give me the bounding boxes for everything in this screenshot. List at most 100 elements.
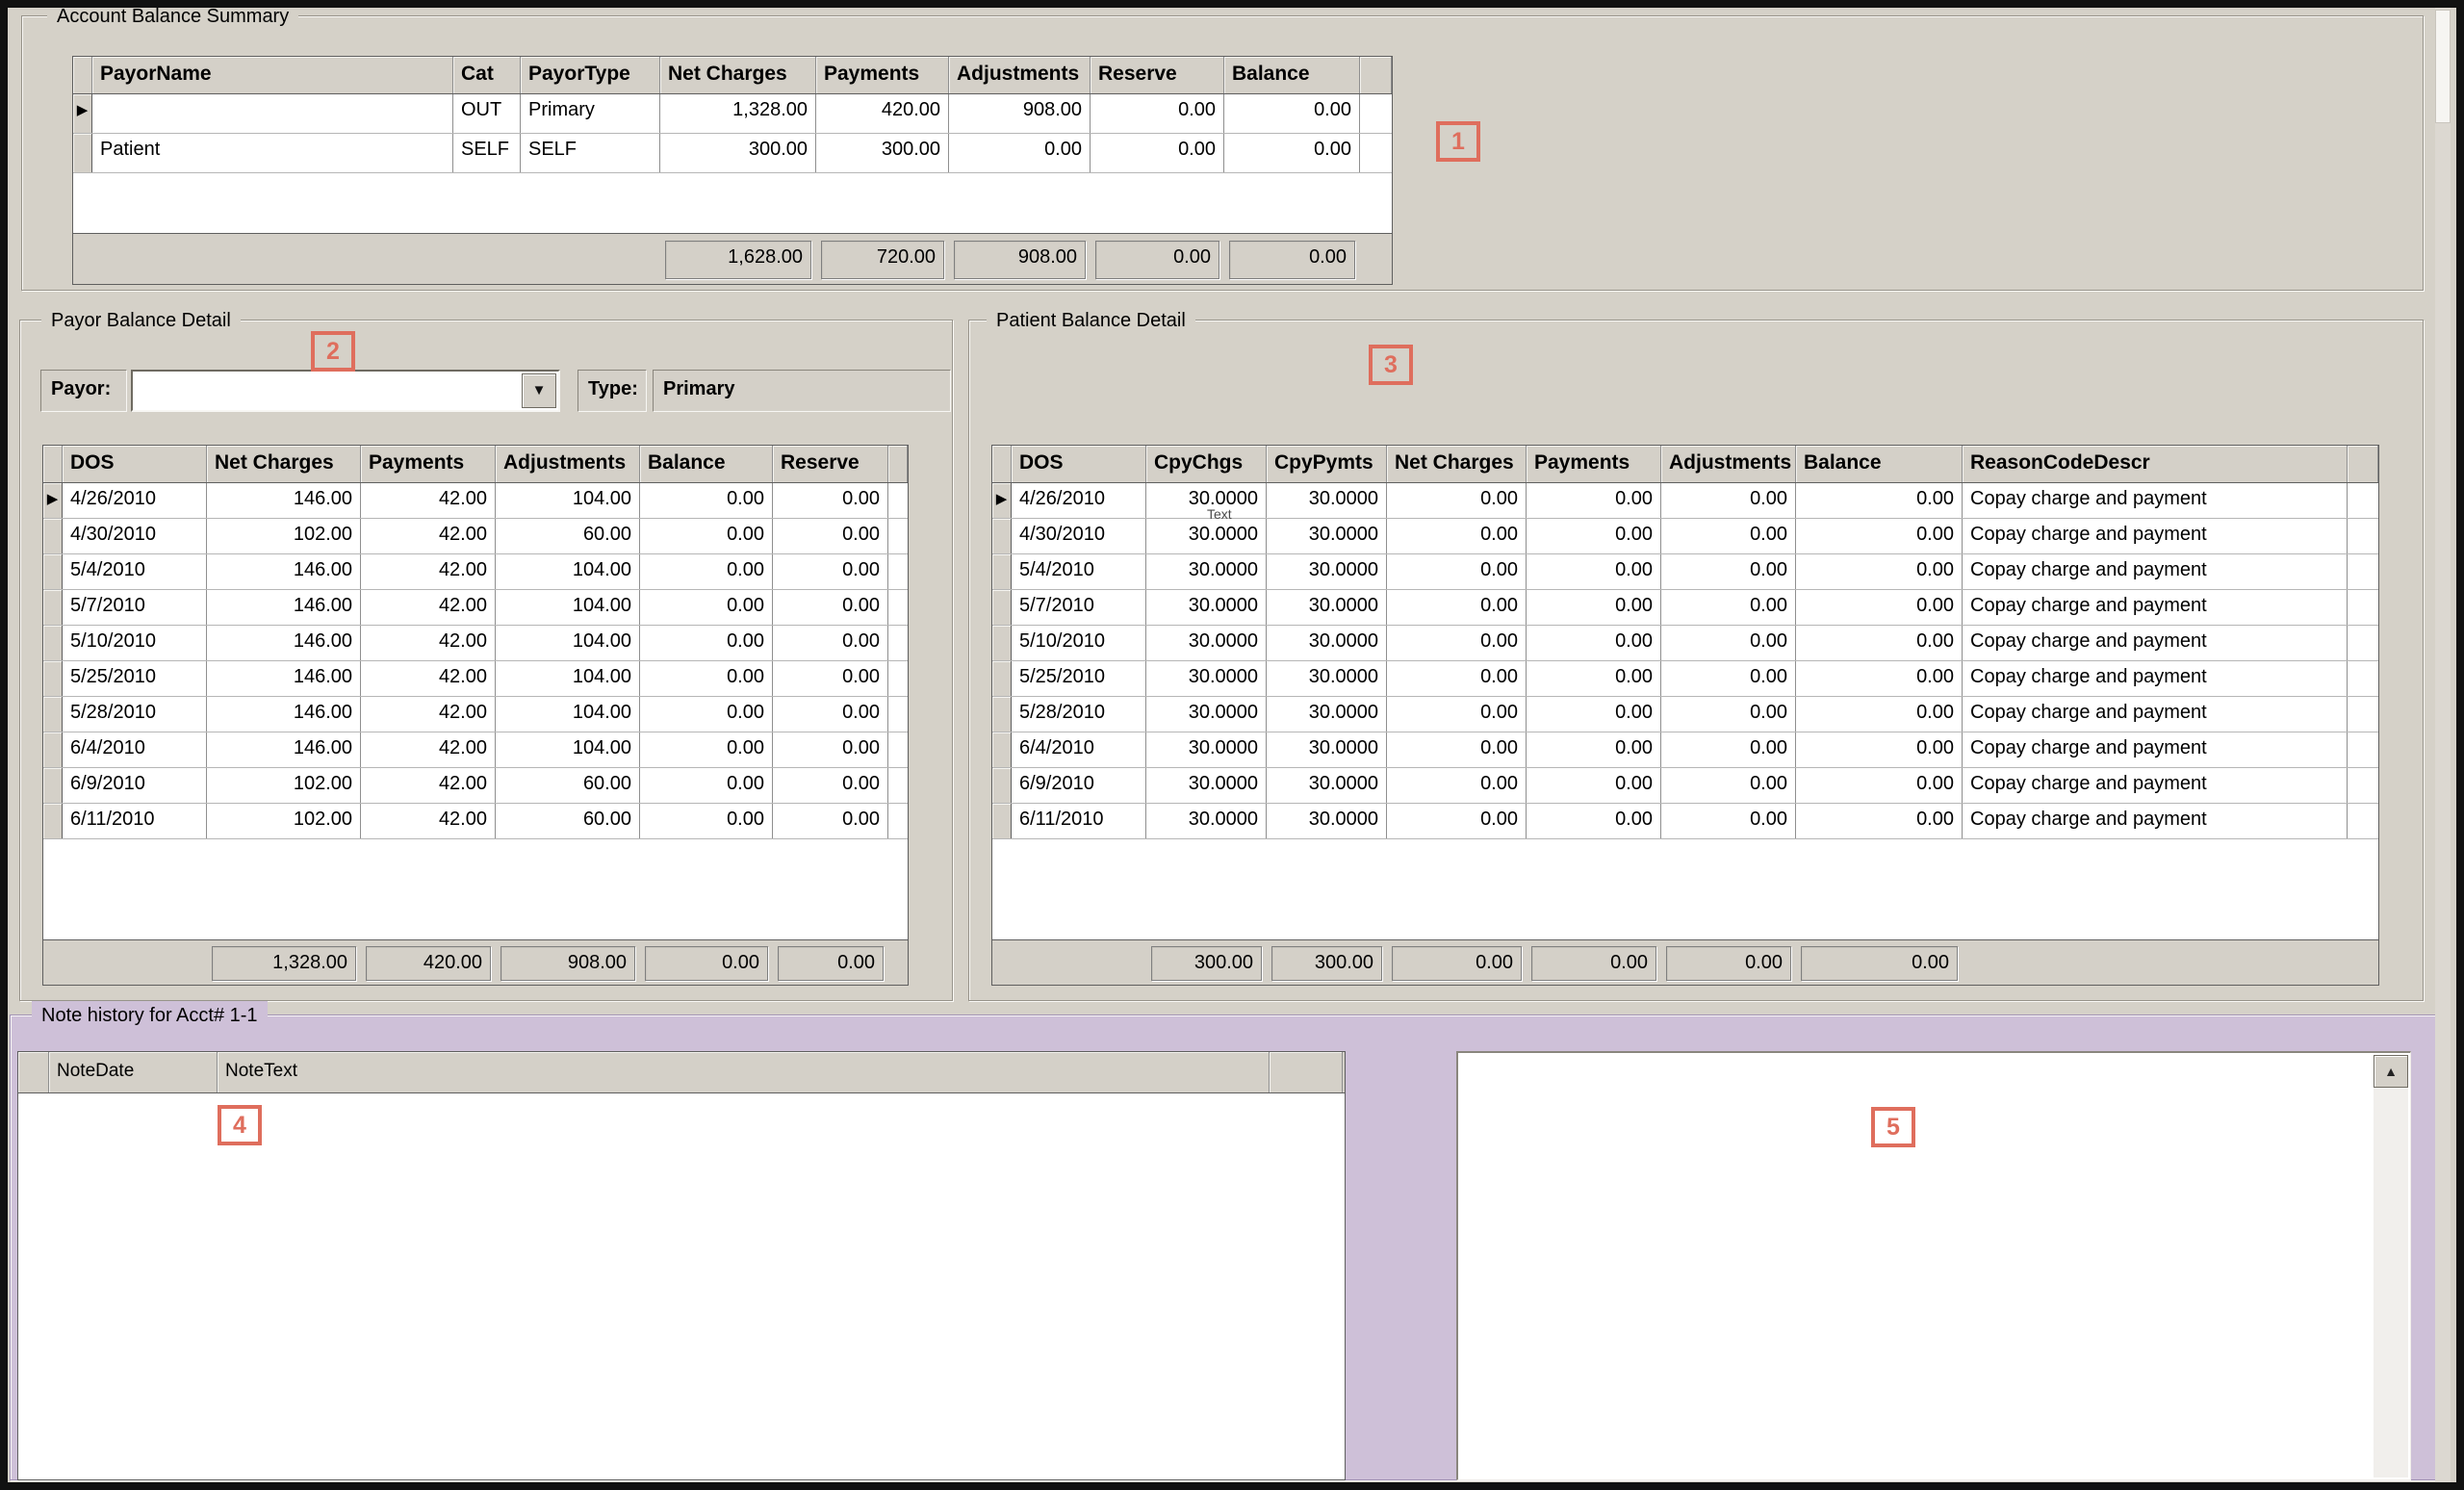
table-cell: 0.00: [773, 697, 888, 732]
column-header[interactable]: NoteDate: [49, 1052, 218, 1092]
chevron-down-icon[interactable]: ▼: [522, 373, 556, 408]
table-row[interactable]: 4/30/2010102.0042.0060.000.000.00: [43, 519, 908, 554]
column-header[interactable]: Net Charges: [207, 446, 361, 482]
row-selector[interactable]: ▶: [73, 94, 92, 133]
table-cell: 0.00: [1387, 519, 1527, 553]
table-row[interactable]: PatientSELFSELF300.00300.000.000.000.00: [73, 134, 1392, 173]
table-row[interactable]: ▶4/26/2010146.0042.00104.000.000.00: [43, 483, 908, 519]
table-cell: 104.00: [496, 590, 640, 625]
total-box: 1,328.00: [212, 946, 356, 981]
table-row[interactable]: 6/4/2010146.0042.00104.000.000.00: [43, 732, 908, 768]
row-selector[interactable]: [992, 519, 1012, 553]
column-header[interactable]: NoteText: [218, 1052, 1270, 1092]
table-row[interactable]: 6/11/201030.000030.00000.000.000.000.00C…: [992, 804, 2378, 839]
row-selector[interactable]: [43, 519, 63, 553]
row-selector[interactable]: [73, 134, 92, 172]
table-cell: 300.00: [660, 134, 816, 172]
table-row[interactable]: 5/28/201030.000030.00000.000.000.000.00C…: [992, 697, 2378, 732]
column-header[interactable]: Reserve: [773, 446, 888, 482]
table-cell: Copay charge and payment: [1963, 483, 2348, 518]
row-selector[interactable]: [43, 732, 63, 767]
column-header[interactable]: PayorType: [521, 57, 660, 93]
row-selector[interactable]: [43, 768, 63, 803]
row-selector[interactable]: [992, 554, 1012, 589]
table-cell: 30.0000: [1267, 483, 1387, 518]
row-selector[interactable]: [992, 768, 1012, 803]
table-cell: 146.00: [207, 697, 361, 732]
table-cell: 0.00: [773, 732, 888, 767]
table-cell: 908.00: [949, 94, 1091, 133]
table-cell: 0.00: [1796, 483, 1963, 518]
account-balance-summary-title: Account Balance Summary: [47, 2, 298, 31]
column-header[interactable]: Reserve: [1091, 57, 1224, 93]
table-row[interactable]: 5/4/2010146.0042.00104.000.000.00: [43, 554, 908, 590]
table-row[interactable]: 5/7/201030.000030.00000.000.000.000.00Co…: [992, 590, 2378, 626]
column-header[interactable]: Balance: [1796, 446, 1963, 482]
row-selector[interactable]: [992, 626, 1012, 660]
annotation-marker-4: 4: [218, 1105, 262, 1145]
table-cell: Copay charge and payment: [1963, 554, 2348, 589]
annotation-marker-3: 3: [1369, 345, 1413, 385]
table-cell: 30.0000: [1267, 697, 1387, 732]
row-selector[interactable]: [992, 804, 1012, 838]
row-selector[interactable]: [43, 697, 63, 732]
column-header[interactable]: DOS: [63, 446, 207, 482]
row-selector[interactable]: [992, 697, 1012, 732]
table-row[interactable]: 4/30/201030.000030.00000.000.000.000.00C…: [992, 519, 2378, 554]
table-row[interactable]: 6/9/2010102.0042.0060.000.000.00: [43, 768, 908, 804]
table-row[interactable]: 5/28/2010146.0042.00104.000.000.00: [43, 697, 908, 732]
table-cell: 0.00: [1796, 768, 1963, 803]
column-header[interactable]: Adjustments: [496, 446, 640, 482]
row-selector[interactable]: [43, 626, 63, 660]
column-header[interactable]: PayorName: [92, 57, 453, 93]
column-header[interactable]: Payments: [361, 446, 496, 482]
row-selector[interactable]: ▶: [43, 483, 63, 518]
window-scrollbar[interactable]: [2435, 8, 2451, 1482]
table-cell: 6/11/2010: [63, 804, 207, 838]
table-row[interactable]: 6/4/201030.000030.00000.000.000.000.00Co…: [992, 732, 2378, 768]
column-header[interactable]: Payments: [1527, 446, 1661, 482]
scroll-up-icon[interactable]: ▲: [2374, 1055, 2408, 1088]
column-header[interactable]: Adjustments: [1661, 446, 1796, 482]
table-cell: Patient: [92, 134, 453, 172]
column-header[interactable]: DOS: [1012, 446, 1146, 482]
column-header[interactable]: Adjustments: [949, 57, 1091, 93]
window-scrollbar-thumb[interactable]: [2435, 10, 2451, 123]
row-selector[interactable]: [43, 804, 63, 838]
table-row[interactable]: 5/7/2010146.0042.00104.000.000.00: [43, 590, 908, 626]
row-selector[interactable]: [992, 590, 1012, 625]
row-selector[interactable]: [43, 554, 63, 589]
column-header[interactable]: CpyPymts: [1267, 446, 1387, 482]
column-header[interactable]: Net Charges: [1387, 446, 1527, 482]
table-row[interactable]: 6/11/2010102.0042.0060.000.000.00: [43, 804, 908, 839]
column-header[interactable]: Balance: [1224, 57, 1360, 93]
table-row[interactable]: ▶OUTPrimary1,328.00420.00908.000.000.00: [73, 94, 1392, 134]
table-row[interactable]: 5/4/201030.000030.00000.000.000.000.00Co…: [992, 554, 2378, 590]
table-row[interactable]: 6/9/201030.000030.00000.000.000.000.00Co…: [992, 768, 2378, 804]
column-header[interactable]: ReasonCodeDescr: [1963, 446, 2348, 482]
note-textarea[interactable]: ▲: [1456, 1051, 2411, 1480]
table-row[interactable]: 5/25/201030.000030.00000.000.000.000.00C…: [992, 661, 2378, 697]
total-box: 420.00: [366, 946, 491, 981]
table-row[interactable]: 5/10/201030.000030.00000.000.000.000.00C…: [992, 626, 2378, 661]
table-row[interactable]: 5/10/2010146.0042.00104.000.000.00: [43, 626, 908, 661]
payor-combobox[interactable]: ▼: [131, 370, 560, 412]
table-row[interactable]: 5/25/2010146.0042.00104.000.000.00: [43, 661, 908, 697]
table-cell: 104.00: [496, 554, 640, 589]
column-header[interactable]: Payments: [816, 57, 949, 93]
row-selector[interactable]: [992, 661, 1012, 696]
row-selector[interactable]: [992, 732, 1012, 767]
column-header[interactable]: Net Charges: [660, 57, 816, 93]
row-selector[interactable]: [43, 590, 63, 625]
table-cell: 5/4/2010: [1012, 554, 1146, 589]
note-textarea-scrollbar[interactable]: ▲: [2374, 1055, 2408, 1477]
row-selector[interactable]: [43, 661, 63, 696]
column-header[interactable]: CpyChgs: [1146, 446, 1267, 482]
table-cell: 0.00: [1661, 804, 1796, 838]
row-selector[interactable]: ▶: [992, 483, 1012, 518]
table-cell: 30.0000: [1146, 804, 1267, 838]
column-header[interactable]: Cat: [453, 57, 521, 93]
table-row[interactable]: ▶4/26/201030.000030.00000.000.000.000.00…: [992, 483, 2378, 519]
column-header[interactable]: Balance: [640, 446, 773, 482]
table-cell: 30.0000: [1267, 519, 1387, 553]
